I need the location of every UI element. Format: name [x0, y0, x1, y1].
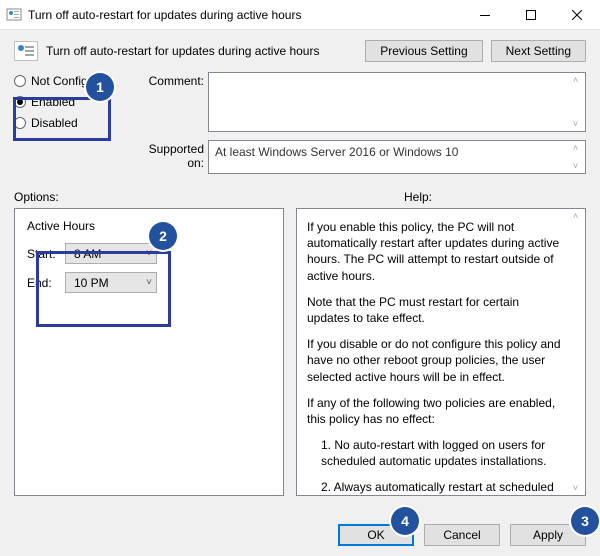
scroll-down-icon: ˅ — [567, 160, 584, 172]
start-time-select[interactable]: 8 AM ˅ — [65, 243, 157, 264]
radio-disabled[interactable]: Disabled — [14, 116, 132, 130]
scroll-up-icon: ˄ — [567, 210, 584, 222]
scrollbar[interactable]: ˄ ˅ — [567, 142, 584, 172]
apply-button[interactable]: Apply — [510, 524, 586, 546]
end-time-select[interactable]: 10 PM ˅ — [65, 272, 157, 293]
help-panel: If you enable this policy, the PC will n… — [296, 208, 586, 496]
scroll-down-icon: ˅ — [567, 118, 584, 130]
help-list-item: 1. No auto-restart with logged on users … — [307, 437, 563, 469]
help-paragraph: If you enable this policy, the PC will n… — [307, 219, 563, 284]
radio-icon — [14, 117, 26, 129]
minimize-button[interactable] — [462, 0, 508, 30]
help-paragraph: If any of the following two policies are… — [307, 395, 563, 427]
titlebar: Turn off auto-restart for updates during… — [0, 0, 600, 30]
help-paragraph: If you disable or do not configure this … — [307, 336, 563, 385]
supported-on-field: At least Windows Server 2016 or Windows … — [208, 140, 586, 174]
page-title: Turn off auto-restart for updates during… — [46, 44, 319, 58]
policy-large-icon — [14, 41, 38, 61]
previous-setting-button[interactable]: Previous Setting — [365, 40, 482, 62]
end-label: End: — [27, 276, 59, 290]
dialog-footer: OK Cancel Apply — [0, 514, 600, 556]
scroll-up-icon: ˄ — [567, 142, 584, 154]
end-time-value: 10 PM — [74, 276, 109, 290]
policy-icon — [6, 7, 22, 23]
comment-label: Comment: — [136, 72, 204, 88]
supported-on-value: At least Windows Server 2016 or Windows … — [215, 145, 458, 159]
chevron-down-icon: ˅ — [146, 248, 152, 259]
window-title: Turn off auto-restart for updates during… — [28, 8, 462, 22]
radio-label: Enabled — [31, 95, 75, 109]
cancel-button[interactable]: Cancel — [424, 524, 500, 546]
radio-label: Not Configured — [31, 74, 112, 88]
close-button[interactable] — [554, 0, 600, 30]
maximize-button[interactable] — [508, 0, 554, 30]
dialog-body: Turn off auto-restart for updates during… — [0, 30, 600, 556]
scrollbar[interactable]: ˄ ˅ — [567, 74, 584, 130]
chevron-down-icon: ˅ — [146, 277, 152, 288]
scrollbar[interactable]: ˄ ˅ — [567, 210, 584, 494]
scroll-up-icon: ˄ — [567, 74, 584, 86]
radio-icon — [14, 75, 26, 87]
scroll-down-icon: ˅ — [567, 482, 584, 494]
supported-on-label: Supported on: — [136, 140, 204, 170]
help-label: Help: — [404, 190, 432, 204]
comment-textarea[interactable]: ˄ ˅ — [208, 72, 586, 132]
radio-icon — [14, 96, 26, 108]
options-label: Options: — [14, 190, 284, 204]
radio-not-configured[interactable]: Not Configured — [14, 74, 132, 88]
help-paragraph: Note that the PC must restart for certai… — [307, 294, 563, 326]
start-label: Start: — [27, 247, 59, 261]
help-list-item: 2. Always automatically restart at sched… — [307, 479, 563, 496]
options-panel: Active Hours Start: 8 AM ˅ End: 10 PM ˅ — [14, 208, 284, 496]
radio-enabled[interactable]: Enabled — [14, 95, 132, 109]
next-setting-button[interactable]: Next Setting — [491, 40, 586, 62]
ok-button[interactable]: OK — [338, 524, 414, 546]
state-radio-group: Not Configured Enabled Disabled — [14, 72, 132, 130]
active-hours-title: Active Hours — [27, 219, 271, 233]
radio-label: Disabled — [31, 116, 78, 130]
start-time-value: 8 AM — [74, 247, 101, 261]
